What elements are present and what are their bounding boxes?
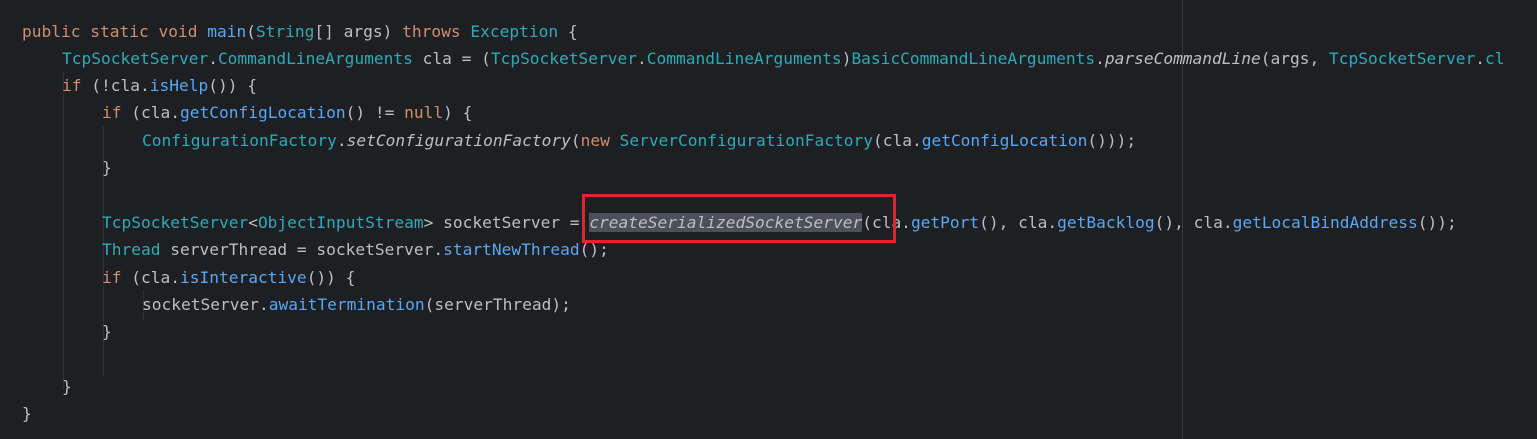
truncated-text: cl [1484,49,1505,68]
generic-open: < [248,213,258,232]
type-commandlinearguments: CommandLineArguments [217,49,413,68]
code-line-4[interactable]: if (cla.getConfigLocation() != null) { [102,99,472,126]
method-startnewthread: startNewThread [443,240,580,259]
method-setconfigurationfactory: setConfigurationFactory [346,131,571,150]
expr: (!cla. [81,76,150,95]
keyword-void: void [158,22,198,41]
method-parsecommandline: parseCommandLine [1104,49,1261,68]
type-objectinputstream: ObjectInputStream [257,213,424,232]
code-line-9[interactable]: Thread serverThread = socketServer.start… [102,236,609,263]
code-line-15[interactable]: } [22,400,32,427]
expr: (cla. [872,131,922,150]
expr: (cla. [121,103,180,122]
params: [] args) [314,22,403,41]
closing-brace: } [102,322,112,341]
type-tcpsocketserver: TcpSocketServer [102,213,249,232]
method-awaittermination: awaitTermination [268,295,425,314]
dot: . [208,49,218,68]
expr: ()); [1417,213,1457,232]
keyword-if: if [102,103,122,122]
method-getlocalbindaddress: getLocalBindAddress [1232,213,1418,232]
type-basiccommandlinearguments: BasicCommandLineArguments [851,49,1096,68]
expr: ()) { [306,268,356,287]
expr: () != [345,103,405,122]
method-ishelp: isHelp [149,76,209,95]
dot: . [1095,49,1105,68]
args: (args, [1260,49,1330,68]
code-line-6[interactable]: } [102,154,112,181]
code-line-11[interactable]: socketServer.awaitTermination(serverThre… [142,291,571,318]
method-main: main [207,22,247,41]
code-line-10[interactable]: if (cla.isInteractive()) { [102,264,355,291]
keyword-public: public [22,22,81,41]
expr: (cla. [121,268,180,287]
brace: { [558,22,578,41]
keyword-new: new [580,131,610,150]
type-tcpsocketserver: TcpSocketServer [490,49,638,68]
closing-brace: } [62,377,72,396]
expr: serverThread = socketServer. [160,240,444,259]
method-getconfiglocation: getConfigLocation [179,103,346,122]
code-line-3[interactable]: if (!cla.isHelp()) { [62,72,257,99]
paren: ) [841,49,852,68]
dot: . [637,49,647,68]
expr: ) { [443,103,473,122]
closing-brace: } [102,158,112,177]
type-tcpsocketserver: TcpSocketServer [62,49,209,68]
type-exception: Exception [470,22,559,41]
indent-guide [63,72,64,390]
code-line-14[interactable]: } [62,373,72,400]
paren: ( [246,22,256,41]
keyword-throws: throws [402,22,461,41]
code-line-5[interactable]: ConfigurationFactory.setConfigurationFac… [142,127,1136,154]
code-editor[interactable]: public static void main(String[] args) t… [0,0,1537,439]
expr: ())); [1087,131,1137,150]
keyword-null: null [404,103,444,122]
dot: . [1475,49,1485,68]
type-thread: Thread [102,240,161,259]
expr: ()) { [208,76,257,95]
expr: (), cla. [979,213,1058,232]
type-tcpsocketserver: TcpSocketServer [1329,49,1476,68]
method-getport: getPort [910,213,980,232]
expr: (), cla. [1154,213,1233,232]
variable-decl: cla = ( [412,49,491,68]
type-configurationfactory: ConfigurationFactory [142,131,337,150]
keyword-if: if [102,268,122,287]
code-line-1[interactable]: public static void main(String[] args) t… [22,18,578,45]
type-commandlinearguments: CommandLineArguments [646,49,842,68]
closing-brace: } [22,404,32,423]
expr: socketServer. [142,295,269,314]
variable-decl: > socketServer = [423,213,590,232]
type-string: String [255,22,315,41]
type-serverconfigurationfactory: ServerConfigurationFactory [619,131,873,150]
keyword-static: static [90,22,149,41]
code-line-12[interactable]: } [102,318,112,345]
method-getconfiglocation: getConfigLocation [921,131,1088,150]
dot: . [336,131,347,150]
expr: (serverThread); [424,295,571,314]
paren: ( [570,131,581,150]
method-isinteractive: isInteractive [179,268,307,287]
keyword-if: if [62,76,82,95]
method-getbacklog: getBacklog [1057,213,1155,232]
highlight-annotation-box [582,194,896,243]
code-line-2[interactable]: TcpSocketServer.CommandLineArguments cla… [62,45,1504,72]
